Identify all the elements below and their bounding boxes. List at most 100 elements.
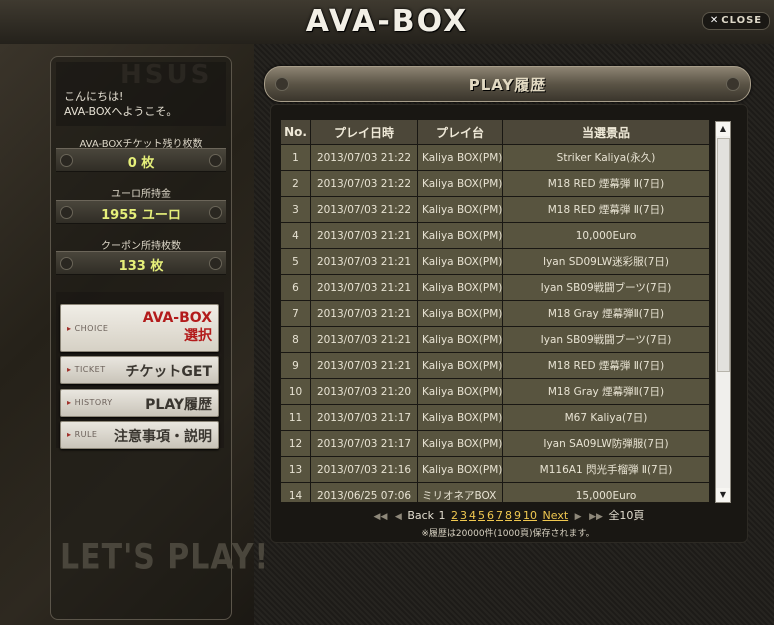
page-link[interactable]: 5 [478, 509, 485, 522]
close-label: CLOSE [721, 15, 763, 26]
cell-date: 2013/07/03 21:22 [311, 145, 417, 170]
cell-slot: Kaliya BOX(PM) [418, 249, 502, 274]
cell-slot: Kaliya BOX(PM) [418, 145, 502, 170]
cell-no: 5 [281, 249, 310, 274]
cell-slot: Kaliya BOX(PM) [418, 457, 502, 482]
cell-no: 9 [281, 353, 310, 378]
last-page-icon[interactable]: ▶▶ [589, 512, 603, 522]
section-header: PLAY履歴 [264, 66, 751, 102]
scrollbar-thumb[interactable] [717, 138, 730, 372]
cell-no: 2 [281, 171, 310, 196]
cell-no: 3 [281, 197, 310, 222]
cell-no: 8 [281, 327, 310, 352]
cell-date: 2013/07/03 21:21 [311, 301, 417, 326]
header-prize: 当選景品 [503, 120, 709, 144]
page-links: 2 3 4 5 6 7 8 9 10 [450, 509, 538, 522]
cell-slot: Kaliya BOX(PM) [418, 197, 502, 222]
menu-ticket-button[interactable]: TICKET チケットGET [60, 356, 219, 384]
cell-no: 13 [281, 457, 310, 482]
cell-prize: 15,000Euro [503, 483, 709, 502]
cell-slot: Kaliya BOX(PM) [418, 353, 502, 378]
page-link[interactable]: 7 [496, 509, 503, 522]
prev-page-icon[interactable]: ◀ [395, 512, 402, 522]
cell-slot: Kaliya BOX(PM) [418, 379, 502, 404]
page-link[interactable]: 10 [523, 509, 537, 522]
page-link[interactable]: 8 [505, 509, 512, 522]
menu-history-button[interactable]: HISTORY PLAY履歴 [60, 389, 219, 417]
cell-date: 2013/07/03 21:21 [311, 327, 417, 352]
cell-slot: Kaliya BOX(PM) [418, 431, 502, 456]
menu-choice-button[interactable]: CHOICE AVA-BOX 選択 [60, 304, 219, 352]
cell-slot: Kaliya BOX(PM) [418, 223, 502, 248]
cell-date: 2013/07/03 21:22 [311, 171, 417, 196]
cell-slot: Kaliya BOX(PM) [418, 405, 502, 430]
cell-no: 10 [281, 379, 310, 404]
euro-box: 1955 ユーロ [56, 200, 226, 224]
cell-date: 2013/07/03 21:17 [311, 431, 417, 456]
cell-date: 2013/07/03 21:21 [311, 223, 417, 248]
page-link[interactable]: 2 [451, 509, 458, 522]
current-page: 1 [438, 509, 446, 522]
header-no: No. [281, 120, 310, 144]
cell-prize: M18 RED 煙幕弾 Ⅱ(7日) [503, 353, 709, 378]
close-button[interactable]: ✕ CLOSE [702, 12, 770, 30]
table-row: 2 2013/07/03 21:22 Kaliya BOX(PM) M18 RED 煙… [281, 171, 709, 196]
scroll-down-icon[interactable]: ▼ [716, 488, 730, 502]
scroll-up-icon[interactable]: ▲ [716, 122, 730, 136]
menu-choice-title-2: 選択 [184, 328, 212, 344]
cell-prize: Iyan SA09LW防弾服(7日) [503, 431, 709, 456]
table-row: 11 2013/07/03 21:17 Kaliya BOX(PM) M67 Kali… [281, 405, 709, 430]
page-link[interactable]: 9 [514, 509, 521, 522]
table-row: 14 2013/06/25 07:06 ミリオネアBOX 15,000Euro [281, 483, 709, 502]
page-link[interactable]: 6 [487, 509, 494, 522]
cell-date: 2013/07/03 21:21 [311, 353, 417, 378]
history-table: No. プレイ日時 プレイ台 当選景品 1 2013/07/03 21:22 Kal… [281, 120, 709, 502]
bolt-icon [726, 77, 740, 91]
cell-no: 11 [281, 405, 310, 430]
table-row: 4 2013/07/03 21:21 Kaliya BOX(PM) 10,000Eur… [281, 223, 709, 248]
bolt-icon [209, 257, 222, 270]
table-body: 1 2013/07/03 21:22 Kaliya BOX(PM) Striker K… [281, 145, 709, 502]
table-row: 5 2013/07/03 21:21 Kaliya BOX(PM) Iyan SD09… [281, 249, 709, 274]
cell-no: 4 [281, 223, 310, 248]
table-row: 9 2013/07/03 21:21 Kaliya BOX(PM) M18 RED 煙… [281, 353, 709, 378]
menu-ticket-title: チケットGET [125, 364, 212, 380]
cell-date: 2013/07/03 21:21 [311, 275, 417, 300]
coupon-label: クーポン所持枚数 [101, 241, 181, 252]
cell-prize: M18 RED 煙幕弾 Ⅱ(7日) [503, 171, 709, 196]
next-page-icon[interactable]: ▶ [575, 512, 582, 522]
header-slot: プレイ台 [418, 120, 502, 144]
table-row: 7 2013/07/03 21:21 Kaliya BOX(PM) M18 Gray … [281, 301, 709, 326]
menu-rule-button[interactable]: RULE 注意事項・説明 [60, 421, 219, 449]
cell-prize: Iyan SB09戦闘ブーツ(7日) [503, 327, 709, 352]
cell-prize: 10,000Euro [503, 223, 709, 248]
menu-history-title: PLAY履歴 [145, 397, 212, 413]
pagination: ◀◀ ◀ Back 1 2 3 4 5 6 7 8 9 10 Next ▶ ▶▶ 全10頁 [270, 507, 746, 523]
menu-rule-title: 注意事項・説明 [114, 429, 212, 445]
cell-date: 2013/06/25 07:06 [311, 483, 417, 502]
cell-no: 6 [281, 275, 310, 300]
page-link[interactable]: 3 [460, 509, 467, 522]
euro-value: 1955 ユーロ [101, 208, 181, 223]
next-link[interactable]: Next [543, 509, 569, 522]
table-row: 10 2013/07/03 21:20 Kaliya BOX(PM) M18 Gray… [281, 379, 709, 404]
bolt-icon [209, 154, 222, 167]
cell-prize: M18 RED 煙幕弾 Ⅱ(7日) [503, 197, 709, 222]
table-row: 3 2013/07/03 21:22 Kaliya BOX(PM) M18 RED 煙… [281, 197, 709, 222]
cell-prize: M67 Kaliya(7日) [503, 405, 709, 430]
page-link[interactable]: 4 [469, 509, 476, 522]
table-scrollbar[interactable]: ▲ ▼ [715, 121, 731, 503]
menu-rule-tag: RULE [67, 430, 98, 439]
menu-choice-tag: CHOICE [67, 324, 108, 333]
cell-no: 7 [281, 301, 310, 326]
greeting-line-1: こんにちは! [64, 90, 124, 103]
first-page-icon[interactable]: ◀◀ [374, 512, 388, 522]
menu-choice-title-1: AVA-BOX [142, 310, 212, 326]
back-link[interactable]: Back [407, 509, 434, 522]
menu-history-tag: HISTORY [67, 398, 113, 407]
coupon-value: 133 枚 [118, 259, 164, 274]
cell-prize: M18 Gray 煙幕弾Ⅱ(7日) [503, 379, 709, 404]
title-bar: AVA-BOX ✕ CLOSE [0, 0, 774, 45]
cell-no: 12 [281, 431, 310, 456]
euro-label: ユーロ所持金 [111, 189, 171, 200]
